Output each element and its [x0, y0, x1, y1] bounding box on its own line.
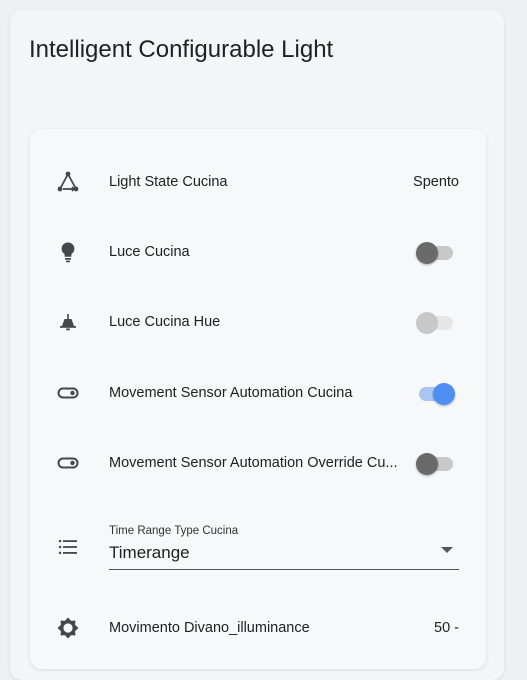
card: Intelligent Configurable Light Light Sta…: [10, 10, 504, 680]
luce-cucina-hue-toggle[interactable]: [416, 312, 453, 334]
toggle-knob: [416, 242, 438, 264]
entity-label: Light State Cucina: [109, 174, 228, 190]
entity-label: Movement Sensor Automation Override Cu..…: [109, 455, 398, 471]
entity-row-illuminance[interactable]: Movimento Divano_illuminance 50 -: [30, 608, 486, 648]
toggle-knob: [433, 383, 455, 405]
entity-state: Spento: [413, 174, 459, 190]
movement-override-toggle[interactable]: [416, 453, 453, 475]
movement-automation-toggle[interactable]: [417, 383, 455, 405]
entity-row-movement-override: Movement Sensor Automation Override Cu..…: [30, 443, 486, 483]
entity-row-light-state[interactable]: Light State Cucina Spento: [30, 162, 486, 202]
select-value: Timerange: [109, 543, 190, 562]
entity-label: Movement Sensor Automation Cucina: [109, 385, 353, 401]
entity-row-luce-cucina-hue: Luce Cucina Hue: [30, 302, 486, 342]
toggle-switch-icon: [56, 451, 80, 475]
lightbulb-icon: [56, 240, 80, 264]
state-machine-icon: [56, 170, 80, 194]
format-list-icon: [56, 535, 80, 559]
entity-label: Movimento Divano_illuminance: [109, 620, 310, 636]
card-title: Intelligent Configurable Light: [29, 36, 334, 63]
select-label: Time Range Type Cucina: [109, 525, 239, 537]
ceiling-light-icon: [56, 310, 80, 334]
toggle-knob: [416, 312, 438, 334]
entity-row-luce-cucina: Luce Cucina: [30, 232, 486, 272]
time-range-select[interactable]: Time Range Type Cucina Timerange: [109, 525, 459, 570]
entity-state: 50 -: [434, 620, 459, 636]
dropdown-arrow-icon: [441, 547, 453, 553]
entity-row-time-range: Time Range Type Cucina Timerange: [30, 525, 486, 571]
entities-card: Light State Cucina Spento Luce Cucina Lu…: [30, 129, 486, 669]
brightness-icon: [56, 616, 80, 640]
toggle-switch-icon: [56, 381, 80, 405]
entity-label: Luce Cucina: [109, 244, 190, 260]
luce-cucina-toggle[interactable]: [416, 242, 453, 264]
entity-row-movement-automation: Movement Sensor Automation Cucina: [30, 373, 486, 413]
entity-label: Luce Cucina Hue: [109, 314, 221, 330]
toggle-knob: [416, 453, 438, 475]
